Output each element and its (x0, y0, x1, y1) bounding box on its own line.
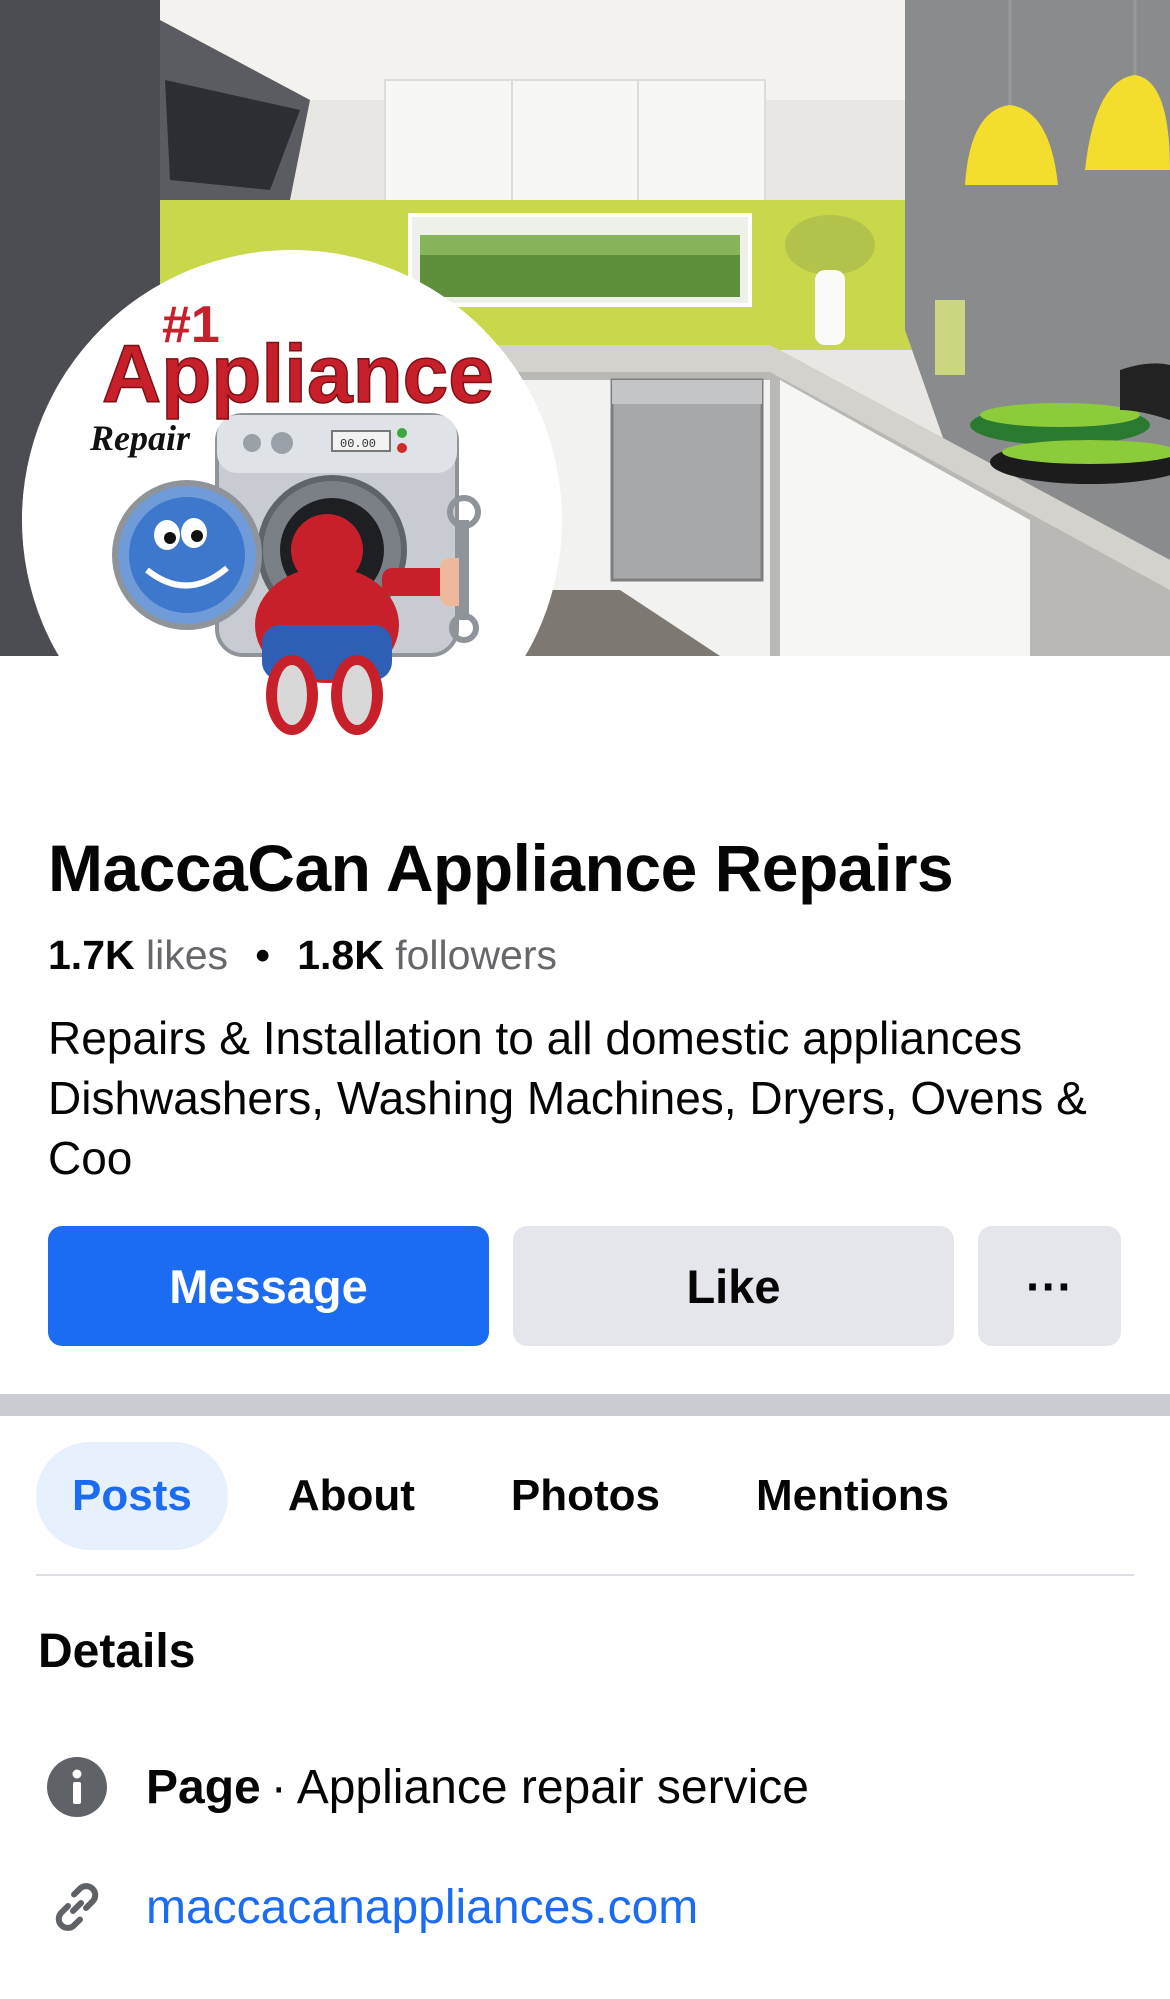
like-button[interactable]: Like (513, 1226, 954, 1346)
tabs-divider (36, 1574, 1134, 1576)
info-icon (46, 1756, 108, 1818)
website-row[interactable]: maccacanappliances.com (46, 1876, 698, 1938)
message-button[interactable]: Message (48, 1226, 489, 1346)
page-category-row: Page · Appliance repair service (46, 1756, 809, 1818)
section-divider (0, 1394, 1170, 1416)
appliance-repair-logo: #1 Appliance Repair 00.00 (22, 250, 562, 790)
page-bio: Repairs & Installation to all domestic a… (48, 1012, 1087, 1184)
page-title: MaccaCan Appliance Repairs (48, 831, 954, 905)
page-type-label: Page (146, 1760, 261, 1814)
tab-mentions[interactable]: Mentions (720, 1442, 985, 1550)
followers-count[interactable]: 1.8K (297, 932, 384, 978)
stats-separator: • (255, 932, 270, 978)
profile-tabs: Posts About Photos Mentions (36, 1442, 985, 1550)
page-category: Appliance repair service (296, 1760, 809, 1814)
likes-count[interactable]: 1.7K (48, 932, 135, 978)
more-options-button[interactable]: ··· (978, 1226, 1121, 1346)
logo-word: Appliance (102, 329, 494, 420)
logo-subword: Repair (89, 418, 191, 458)
website-link[interactable]: maccacanappliances.com (146, 1880, 698, 1935)
likes-label[interactable]: likes (146, 932, 228, 978)
tab-posts[interactable]: Posts (36, 1442, 228, 1550)
followers-label[interactable]: followers (395, 932, 557, 978)
details-heading: Details (38, 1625, 196, 1678)
category-separator: · (270, 1760, 287, 1814)
logo-display: 00.00 (340, 437, 376, 451)
link-icon (46, 1876, 108, 1938)
page-stats: 1.7K likes • 1.8K followers (48, 932, 557, 979)
profile-picture[interactable]: #1 Appliance Repair 00.00 (22, 250, 562, 790)
tab-about[interactable]: About (252, 1442, 451, 1550)
tab-photos[interactable]: Photos (475, 1442, 696, 1550)
